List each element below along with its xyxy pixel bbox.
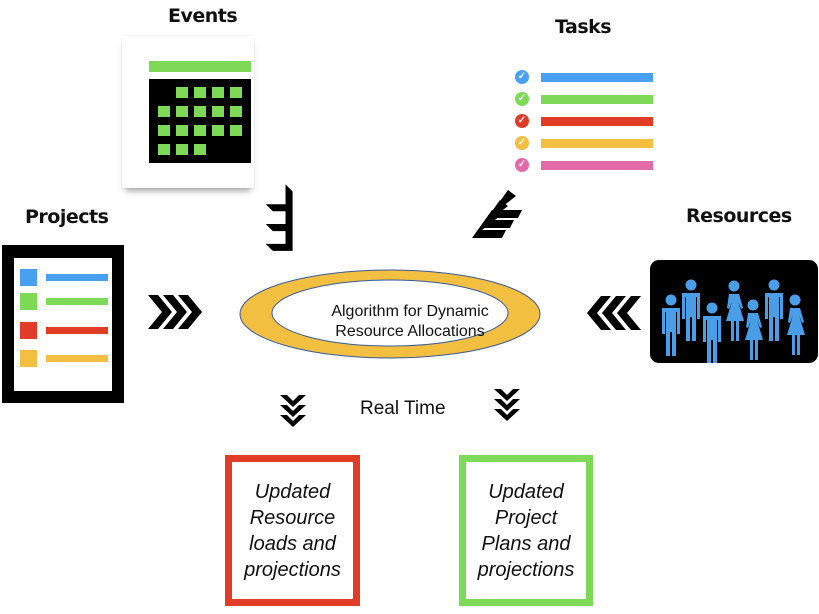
- chevron-right-icon: [148, 295, 202, 329]
- chevron-down-icon: [280, 395, 306, 427]
- chevron-down-left-icon: [472, 190, 522, 238]
- output-line: Updated: [254, 480, 331, 503]
- output-line: Resource: [249, 506, 336, 529]
- algorithm-label: Algorithm for Dynamic Resource Allocatio…: [300, 302, 520, 342]
- chevron-down-icon: [494, 389, 520, 421]
- algorithm-label-line2: Resource Allocations: [335, 323, 485, 340]
- output-line: projections: [244, 558, 341, 581]
- real-time-label: Real Time: [360, 398, 446, 419]
- algorithm-label-line1: Algorithm for Dynamic: [331, 303, 489, 320]
- output-line: Project: [494, 506, 558, 529]
- chevron-down-right-icon: [265, 184, 293, 251]
- output-line: loads and: [249, 532, 336, 555]
- chevron-left-icon: [587, 296, 641, 330]
- project-plans-output-box: Updated Project Plans and projections: [459, 455, 593, 606]
- output-line: Updated: [488, 480, 564, 503]
- resource-loads-output-box: Updated Resource loads and projections: [225, 455, 360, 606]
- output-line: projections: [477, 558, 575, 581]
- output-line: Plans and: [481, 532, 571, 555]
